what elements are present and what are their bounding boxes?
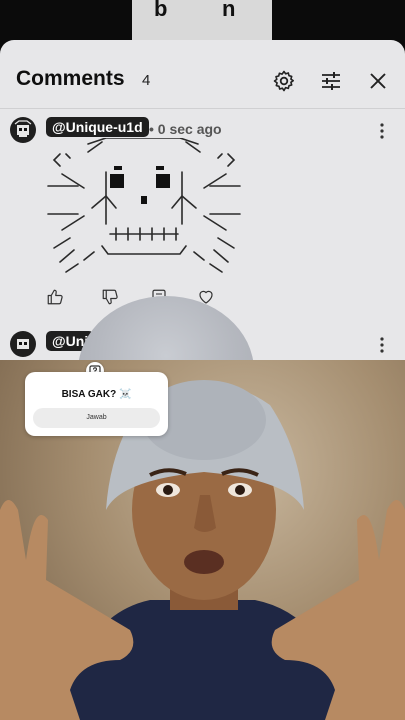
ascii-skull-art [47, 138, 241, 273]
skull-avatar-icon [17, 339, 29, 349]
comments-sheet: Comments 4 @Unique-u1d • 0 sec ago @Uni [0, 40, 405, 360]
comments-title: Comments [16, 67, 125, 90]
avatar[interactable] [10, 117, 36, 143]
thumb-up-icon[interactable] [46, 288, 64, 306]
question-text: BISA GAK? ☠️ [61, 389, 132, 400]
skull-avatar-icon [14, 120, 32, 137]
comment-timestamp: • 0 sec ago [149, 121, 222, 137]
sliders-icon[interactable] [319, 69, 343, 93]
top-letter-2: n [222, 0, 236, 21]
thumb-down-icon[interactable] [101, 288, 119, 306]
more-options-icon[interactable] [379, 336, 385, 354]
top-video-strip: b n [132, 0, 272, 42]
question-sticker: BISA GAK? ☠️ Jawab [25, 372, 168, 436]
avatar[interactable] [10, 331, 36, 357]
header-divider [0, 108, 405, 109]
comments-header: Comments 4 [0, 40, 405, 110]
gear-icon[interactable] [272, 69, 296, 93]
close-icon[interactable] [366, 69, 390, 93]
more-options-icon[interactable] [379, 122, 385, 140]
comments-count: 4 [142, 72, 151, 89]
comment-author-handle[interactable]: @Unique-u1d [46, 117, 149, 137]
answer-button[interactable]: Jawab [33, 408, 160, 428]
top-letter-1: b [154, 0, 168, 21]
